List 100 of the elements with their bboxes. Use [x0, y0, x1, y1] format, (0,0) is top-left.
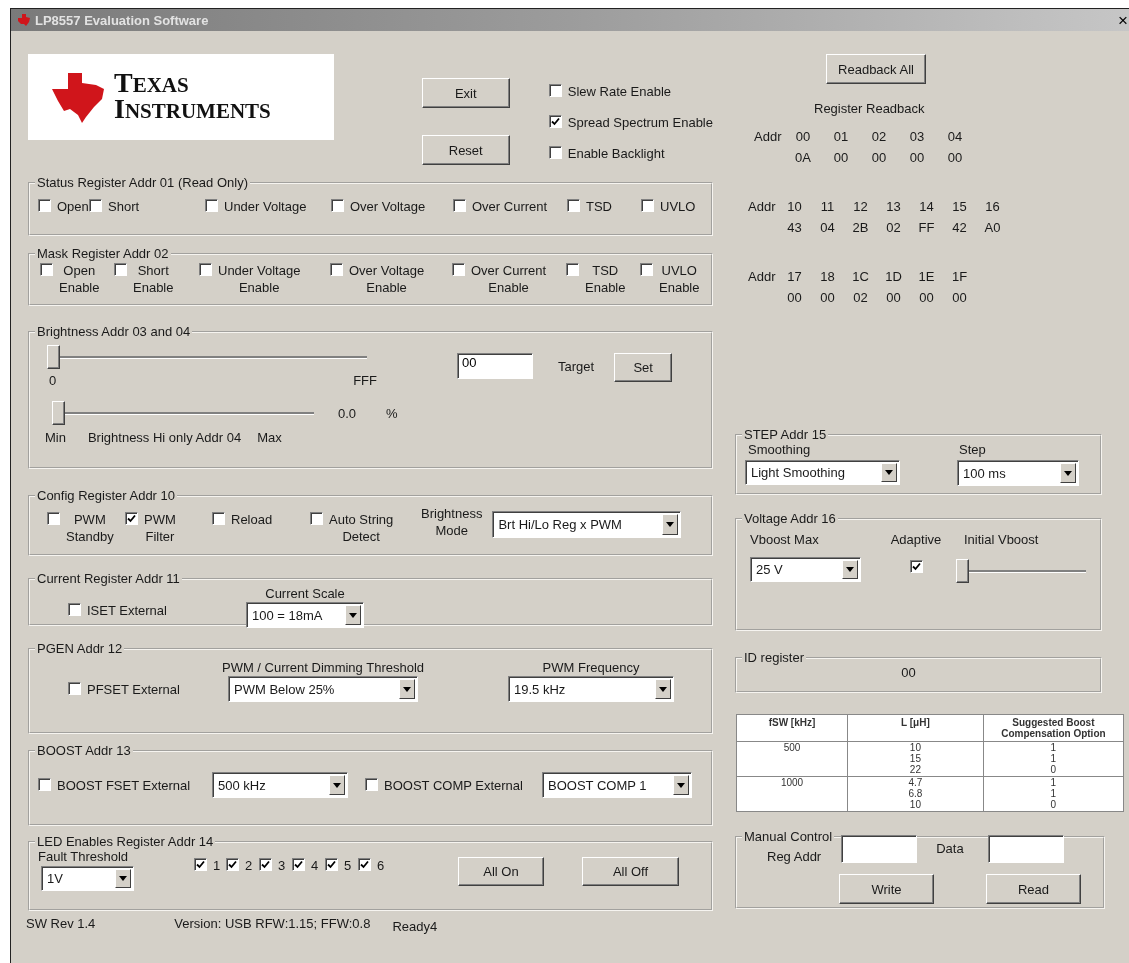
checkbox[interactable]: [89, 199, 102, 212]
checkbox[interactable]: [68, 603, 81, 616]
register-value: 43: [786, 220, 803, 235]
group-title: STEP Addr 15: [743, 427, 828, 442]
dropdown[interactable]: BOOST COMP 1: [542, 772, 692, 798]
caret-icon: [349, 612, 357, 618]
close-button[interactable]: ×: [1118, 11, 1129, 29]
action-button[interactable]: Write: [839, 874, 934, 904]
readback-button[interactable]: Readback All: [826, 54, 926, 84]
checkbox-label: 2: [245, 857, 253, 874]
table-cell-text: 0: [1049, 799, 1058, 810]
slider[interactable]: [956, 559, 1086, 583]
input-field[interactable]: [841, 835, 918, 863]
checkbox-label: Short Enable: [133, 262, 174, 296]
checkbox[interactable]: [205, 199, 218, 212]
checkbox[interactable]: [68, 682, 81, 695]
checkbox[interactable]: [212, 512, 225, 525]
checkbox[interactable]: [641, 199, 654, 212]
dropdown[interactable]: 1V: [41, 866, 134, 891]
table-cell-text: 500: [782, 742, 802, 753]
input-field[interactable]: [987, 835, 1064, 863]
checkbox-label: Over Voltage Enable: [349, 262, 425, 296]
slider-thumb[interactable]: [52, 401, 65, 425]
checkbox[interactable]: [259, 858, 272, 871]
slider[interactable]: [47, 345, 367, 369]
dropdown[interactable]: Light Smoothing: [745, 460, 900, 485]
checkbox[interactable]: [365, 777, 378, 791]
register-address: 1D: [884, 269, 903, 284]
register-address: 16: [984, 199, 1001, 214]
checkbox[interactable]: [325, 858, 338, 871]
action-button[interactable]: Reset: [421, 135, 510, 165]
caret-icon: [677, 782, 685, 788]
checkbox[interactable]: [548, 84, 562, 97]
set-button[interactable]: Set: [614, 353, 673, 382]
slider-thumb[interactable]: [956, 559, 969, 583]
checkbox[interactable]: [331, 199, 344, 212]
dropdown[interactable]: 25 V: [750, 557, 861, 582]
register-address: 15: [951, 199, 968, 214]
caret-icon: [1064, 470, 1072, 476]
register-value: 00: [885, 290, 902, 305]
target-field[interactable]: 00: [457, 353, 533, 379]
register-value: 02: [885, 220, 902, 235]
checkbox[interactable]: [567, 199, 580, 212]
action-button[interactable]: Read: [986, 874, 1081, 904]
label: Adaptive: [890, 532, 942, 547]
label: Brightness Hi only Addr 04: [87, 430, 242, 445]
table-cell-text: 1: [1049, 753, 1058, 764]
checkbox[interactable]: [452, 263, 465, 276]
checkbox-label: PFSET External: [87, 681, 180, 698]
checkbox[interactable]: [548, 146, 562, 159]
checkbox[interactable]: [358, 858, 371, 871]
checkbox[interactable]: [548, 115, 562, 128]
label: Vboost Max: [750, 532, 819, 547]
checkbox[interactable]: [47, 512, 60, 525]
dropdown[interactable]: PWM Below 25%: [228, 676, 418, 702]
action-button[interactable]: All Off: [582, 857, 679, 886]
label: Smoothing: [748, 442, 811, 457]
checkbox[interactable]: [125, 512, 138, 525]
register-address: 12: [852, 199, 869, 214]
slider[interactable]: [52, 401, 314, 425]
register-value: 02: [852, 290, 869, 305]
checkbox-label: BOOST COMP External: [384, 776, 523, 794]
checkbox[interactable]: [292, 858, 305, 871]
checkbox[interactable]: [194, 858, 207, 871]
dropdown[interactable]: 100 = 18mA: [246, 602, 364, 628]
checkbox[interactable]: [38, 777, 51, 791]
register-value: 0A: [794, 150, 812, 165]
dropdown[interactable]: 19.5 kHz: [508, 676, 674, 702]
checkbox[interactable]: [40, 263, 53, 276]
checkbox[interactable]: [199, 263, 212, 276]
checkbox[interactable]: [566, 263, 579, 276]
slider-thumb[interactable]: [47, 345, 60, 369]
table-cell-text: 22: [908, 764, 922, 775]
group-title: Mask Register Addr 02: [36, 246, 170, 261]
checkbox[interactable]: [310, 512, 323, 525]
checkbox[interactable]: [909, 560, 923, 573]
window-title: LP8557 Evaluation Software: [35, 12, 210, 28]
dropdown[interactable]: Brt Hi/Lo Reg x PWM: [492, 511, 682, 538]
group-title: Voltage Addr 16: [743, 511, 837, 526]
register-address: 1C: [851, 269, 870, 284]
checkbox-label: 1: [213, 857, 221, 874]
dropdown[interactable]: 500 kHz: [212, 772, 348, 798]
group-title: Config Register Addr 10: [36, 488, 177, 503]
register-value: 2B: [851, 220, 870, 235]
action-button[interactable]: All On: [458, 857, 544, 886]
checkbox[interactable]: [38, 199, 51, 212]
checkbox[interactable]: [114, 263, 127, 276]
checkbox-label: UVLO: [660, 198, 696, 215]
checkbox[interactable]: [640, 263, 653, 276]
register-address: 11: [819, 199, 836, 214]
checkbox[interactable]: [226, 858, 239, 871]
dropdown[interactable]: 100 ms: [957, 460, 1079, 486]
action-button[interactable]: Exit: [421, 78, 510, 108]
logo-text: INSTRUMENTS: [114, 97, 271, 123]
checkbox[interactable]: [330, 263, 343, 276]
section-title: Register Readback: [814, 101, 926, 116]
scale-label: 0: [49, 373, 57, 388]
checkbox[interactable]: [453, 199, 466, 212]
checkbox-label: Open: [57, 198, 89, 215]
register-address: 02: [870, 129, 888, 144]
